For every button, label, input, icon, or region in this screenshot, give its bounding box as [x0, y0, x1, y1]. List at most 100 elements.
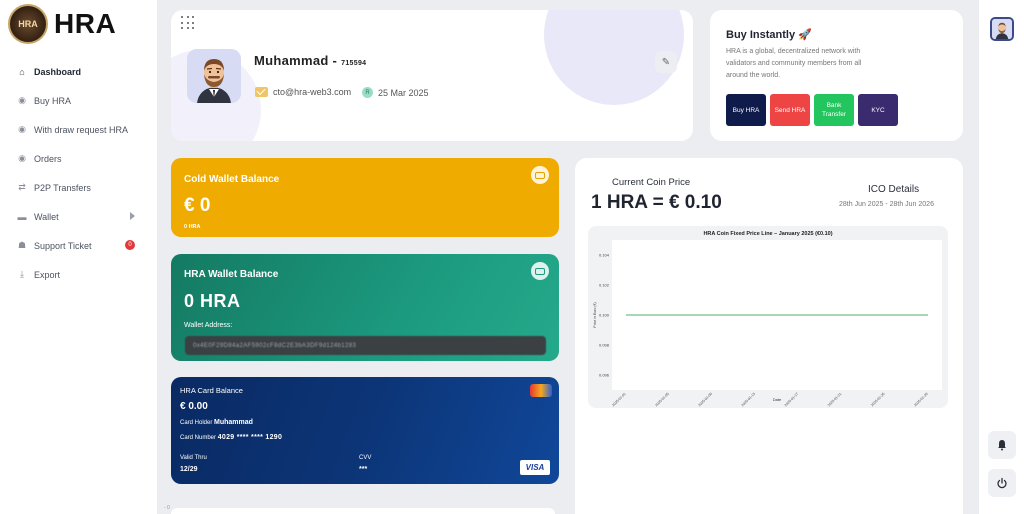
price-chart: HRA Coin Fixed Price Line – January 2025… — [588, 226, 948, 408]
ico-dates: 28th Jun 2025 - 28th Jun 2026 — [839, 201, 934, 208]
hra-wallet-card: HRA Wallet Balance 0 HRA Wallet Address:… — [171, 254, 559, 361]
y-axis-label: Price in Euro (€) — [593, 302, 597, 327]
x-tick-label: 2025-01-05 — [654, 392, 670, 408]
mail-icon — [255, 87, 268, 97]
valid-thru-value: 12/29 — [180, 466, 198, 473]
card-number-value: 4029 **** **** 1290 — [217, 434, 283, 441]
hra-wallet-amount: 0 HRA — [184, 291, 241, 311]
bank-transfer-button[interactable]: Bank Transfer — [814, 94, 854, 126]
sidebar-item-support-ticket[interactable]: ☗ Support Ticket 0 — [0, 231, 157, 260]
sidebar-item-label: Export — [34, 269, 61, 280]
sidebar-nav: ⌂ Dashboard ◉ Buy HRA ◉ With draw reques… — [0, 57, 157, 289]
sidebar-item-label: Wallet — [34, 211, 59, 222]
sidebar: HRA HRA ⌂ Dashboard ◉ Buy HRA ◉ With dra… — [0, 0, 157, 514]
cold-wallet-amount: € 0 — [184, 195, 211, 216]
x-tick-label: 2025-01-21 — [827, 392, 843, 408]
y-tick-label: 0.100 — [599, 313, 610, 318]
chart-svg: 0.104 0.102 0.100 0.098 0.096 2025-01-01 2025-… — [593, 240, 942, 408]
calendar-icon: R — [362, 87, 373, 98]
user-email: cto@hra-web3.com — [255, 87, 351, 97]
x-tick-label: 2025-01-25 — [870, 392, 886, 408]
sidebar-item-p2p-transfers[interactable]: ⇄ P2P Transfers — [0, 173, 157, 202]
buy-instantly-description: HRA is a global, decentralized network w… — [726, 48, 862, 79]
sidebar-item-buy-hra[interactable]: ◉ Buy HRA — [0, 86, 157, 115]
sidebar-item-label: With draw request HRA — [34, 124, 129, 135]
x-tick-label: 2025-01-17 — [784, 392, 800, 408]
coin-icon: ◉ — [18, 153, 26, 163]
user-id: 715594 — [341, 60, 367, 67]
chevron-right-icon — [130, 212, 135, 220]
ticket-icon: ☗ — [17, 240, 27, 250]
cold-wallet-title: Cold Wallet Balance — [184, 174, 280, 185]
wallet-address-value: 0x4E0F29D84a2AF5902cF8dC2E3bA3DF9d124b12… — [193, 342, 357, 349]
cvv-value: *** — [359, 466, 368, 473]
cvv-label: CVV — [359, 455, 372, 461]
transfer-icon: ⇄ — [18, 182, 26, 192]
user-email-text: cto@hra-web3.com — [273, 87, 352, 97]
logout-button[interactable] — [988, 469, 1016, 497]
ico-details-title: ICO Details — [868, 184, 920, 195]
sidebar-item-label: Dashboard — [34, 66, 82, 77]
wallet-icon: ▬ — [17, 211, 27, 222]
coin-icon: ◉ — [18, 124, 26, 134]
buy-instantly-title: Buy Instantly 🚀 — [726, 29, 812, 41]
brand-name: HRA — [54, 8, 117, 39]
profile-card: Muhammad -715594 cto@hra-web3.com R 25 M… — [171, 10, 693, 141]
buy-instantly-card: Buy Instantly 🚀 HRA is a global, decentr… — [710, 10, 963, 141]
kyc-button[interactable]: KYC — [858, 94, 898, 126]
right-toolbar — [979, 0, 1024, 514]
notifications-button[interactable] — [988, 431, 1016, 459]
bell-icon — [998, 440, 1006, 451]
user-name-text: Muhammad - — [254, 53, 338, 68]
y-tick-label: 0.098 — [599, 343, 610, 348]
card-holder-name: Muhammad — [214, 419, 253, 426]
cold-wallet-sub-amount: 0 HRA — [184, 224, 201, 230]
x-tick-label: 2025-01-01 — [611, 392, 627, 408]
x-tick-label: 2025-01-13 — [741, 392, 757, 408]
sidebar-item-label: Orders — [34, 153, 62, 164]
card-balance-amount: € 0.00 — [180, 401, 208, 412]
coin-icon: ◉ — [18, 95, 26, 105]
visa-logo: VISA — [520, 460, 550, 475]
user-join-date: R 25 Mar 2025 — [362, 87, 429, 98]
edit-profile-button[interactable]: ✎ — [655, 51, 677, 73]
card-number: Card Number 4029 **** **** 1290 — [180, 434, 282, 441]
avatar — [187, 49, 241, 103]
card-number-label: Card Number — [180, 435, 217, 441]
sidebar-item-orders[interactable]: ◉ Orders — [0, 144, 157, 173]
sidebar-item-label: P2P Transfers — [34, 182, 91, 193]
cold-wallet-card: Cold Wallet Balance € 0 0 HRA — [171, 158, 559, 237]
brand-logo: HRA — [8, 4, 48, 44]
send-hra-button[interactable]: Send HRA — [770, 94, 810, 126]
sidebar-item-wallet[interactable]: ▬ Wallet — [0, 202, 157, 231]
wallet-address-field[interactable]: 0x4E0F29D84a2AF5902cF8dC2E3bA3DF9d124b12… — [185, 336, 546, 355]
user-join-date-text: 25 Mar 2025 — [378, 87, 429, 98]
pencil-icon: ✎ — [661, 56, 671, 68]
sidebar-item-withdraw-request[interactable]: ◉ With draw request HRA — [0, 115, 157, 144]
current-coin-price-label: Current Coin Price — [612, 177, 691, 188]
notification-badge: 0 — [125, 240, 135, 250]
wallet-icon — [531, 262, 549, 280]
brand-logo-text: HRA — [18, 19, 38, 29]
hra-wallet-title: HRA Wallet Balance — [184, 269, 279, 280]
card-brand-logo — [530, 384, 552, 397]
sidebar-item-dashboard[interactable]: ⌂ Dashboard — [0, 57, 157, 86]
sidebar-item-export[interactable]: ⤓ Export — [0, 260, 157, 289]
y-tick-label: 0.096 — [599, 373, 610, 378]
bottom-hint: - 0 — [164, 505, 170, 511]
x-tick-label: 2025-01-29 — [913, 392, 929, 408]
avatar[interactable] — [990, 17, 1014, 41]
download-icon: ⤓ — [20, 269, 24, 279]
buy-hra-button[interactable]: Buy HRA — [726, 94, 766, 126]
user-name: Muhammad -715594 — [254, 53, 366, 68]
sidebar-item-label: Buy HRA — [34, 95, 72, 106]
menu-grid-icon[interactable] — [181, 16, 195, 30]
card-holder: Card Holder Muhammad — [180, 419, 253, 426]
wallet-icon — [531, 166, 549, 184]
bottom-card-edge — [171, 508, 555, 514]
x-axis-label: Date — [773, 397, 782, 402]
price-panel: Current Coin Price 1 HRA = € 0.10 ICO De… — [575, 158, 963, 514]
card-balance-title: HRA Card Balance — [180, 386, 243, 395]
brand[interactable]: HRA HRA — [8, 4, 116, 44]
y-tick-label: 0.102 — [599, 283, 610, 288]
